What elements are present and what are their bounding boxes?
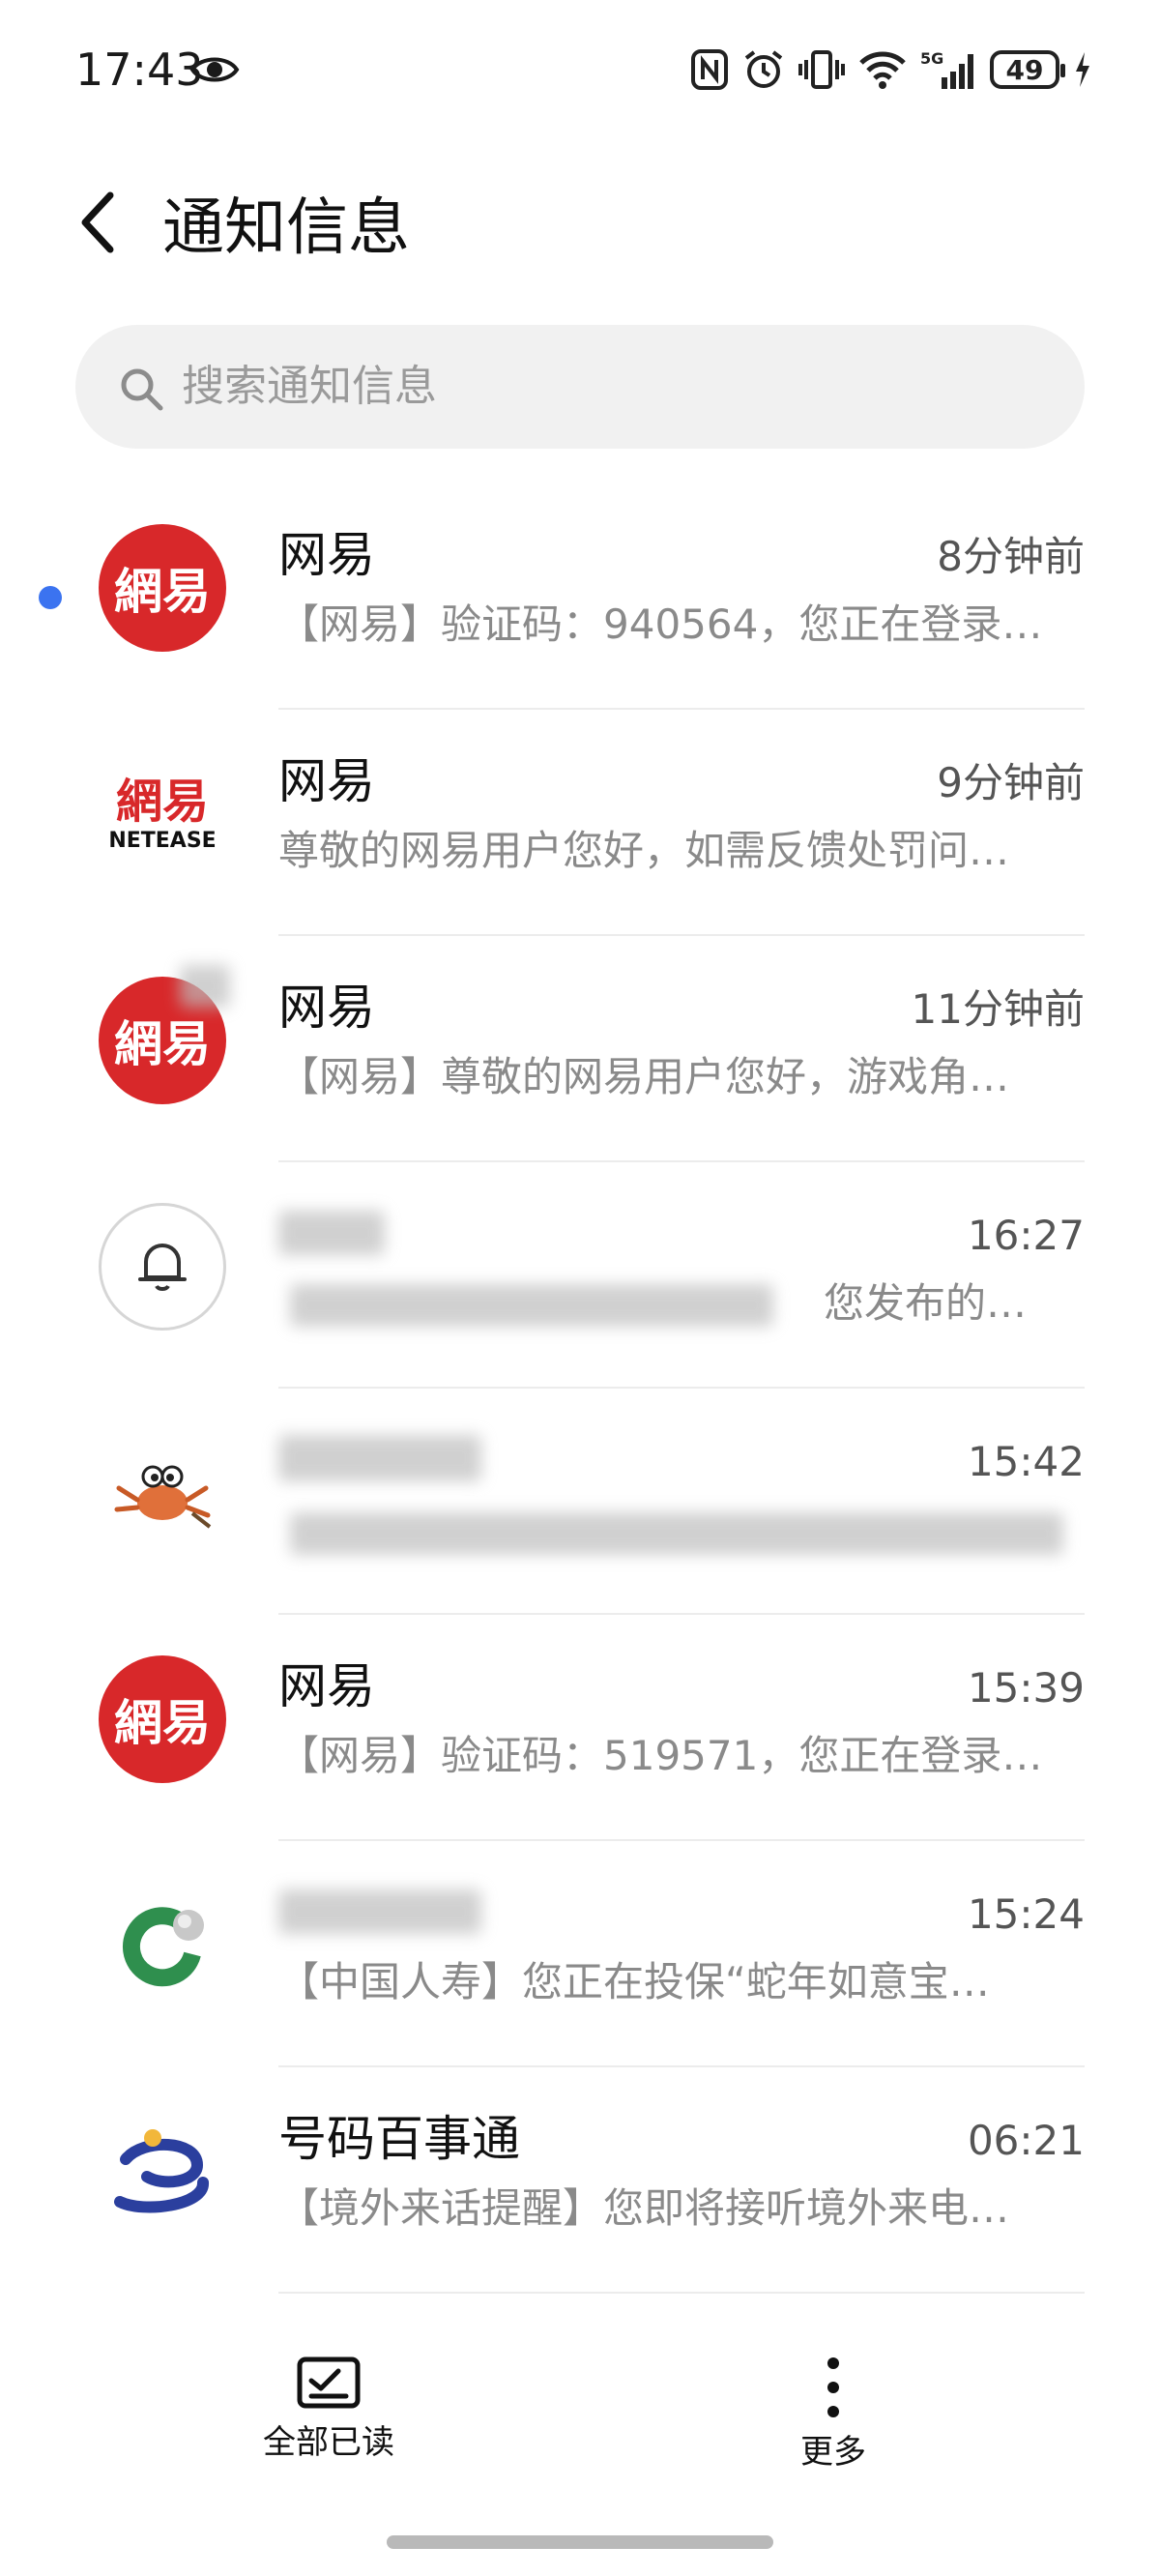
home-indicator[interactable] bbox=[387, 2535, 773, 2549]
notification-time: 06:21 bbox=[967, 2117, 1085, 2164]
nfc-icon bbox=[691, 49, 728, 90]
page-title: 通知信息 bbox=[162, 192, 410, 264]
mark-all-read-button[interactable]: 全部已读 bbox=[232, 2356, 425, 2491]
chevron-left-icon bbox=[81, 191, 114, 253]
battery-icon: 49 bbox=[990, 50, 1065, 89]
battery-level: 49 bbox=[1005, 53, 1044, 86]
notification-preview: 【中国人寿】您正在投保“蛇年如意宝… bbox=[278, 1958, 990, 2005]
redacted-preview bbox=[290, 1284, 773, 1327]
more-label: 更多 bbox=[800, 2433, 866, 2472]
notification-item[interactable]: 網易 NETEASE 网易 9分钟前 尊敬的网易用户您好，如需反馈处罚问… bbox=[0, 710, 1160, 936]
notification-time: 16:27 bbox=[967, 1212, 1085, 1259]
baishitong-icon bbox=[99, 2108, 226, 2236]
notification-time: 8分钟前 bbox=[937, 533, 1085, 580]
alarm-icon bbox=[744, 50, 783, 88]
mark-all-read-label: 全部已读 bbox=[263, 2423, 394, 2462]
notification-title: 网易 bbox=[278, 1658, 375, 1714]
status-bar: 17:43 5G 49 bbox=[0, 0, 1160, 145]
notification-item[interactable]: 網易 网易 15:39 【网易】验证码：519571，您正在登录… bbox=[0, 1615, 1160, 1841]
bell-icon bbox=[99, 1203, 226, 1331]
notification-item[interactable]: 15:42 bbox=[0, 1389, 1160, 1615]
notification-time: 15:24 bbox=[967, 1890, 1085, 1938]
notification-title: 网易 bbox=[278, 753, 375, 809]
divider bbox=[278, 2292, 1085, 2294]
notification-item[interactable]: 網易 网易 11分钟前 【网易】尊敬的网易用户您好，游戏角… bbox=[0, 936, 1160, 1162]
redacted-title bbox=[278, 1889, 481, 1934]
more-vertical-icon bbox=[827, 2357, 839, 2417]
eye-icon bbox=[189, 57, 240, 82]
notification-item[interactable]: 網易 网易 8分钟前 【网易】验证码：940564，您正在登录… bbox=[0, 483, 1160, 710]
crab-icon bbox=[99, 1429, 226, 1557]
notification-time: 9分钟前 bbox=[937, 759, 1085, 806]
notification-preview: 您发布的… bbox=[824, 1279, 1028, 1327]
redacted-title bbox=[278, 1211, 385, 1255]
notification-preview: 尊敬的网易用户您好，如需反馈处罚问… bbox=[278, 827, 1010, 874]
notification-item[interactable]: 16:27 您发布的… bbox=[0, 1162, 1160, 1389]
charging-icon bbox=[1076, 52, 1089, 87]
notification-preview: 【网易】验证码：940564，您正在登录… bbox=[278, 600, 1043, 648]
notification-time: 11分钟前 bbox=[911, 985, 1085, 1033]
notification-title: 网易 bbox=[278, 527, 375, 583]
search-placeholder: 搜索通知信息 bbox=[182, 362, 437, 411]
notification-title: 号码百事通 bbox=[278, 2111, 520, 2167]
notification-preview: 【网易】尊敬的网易用户您好，游戏角… bbox=[278, 1053, 1010, 1100]
mark-read-icon bbox=[297, 2356, 361, 2409]
netease-logo-icon: 網易 NETEASE bbox=[99, 750, 226, 878]
notification-item[interactable]: 15:24 【中国人寿】您正在投保“蛇年如意宝… bbox=[0, 1841, 1160, 2067]
more-button[interactable]: 更多 bbox=[737, 2356, 930, 2491]
notification-time: 15:42 bbox=[967, 1438, 1085, 1485]
notification-item[interactable]: 号码百事通 06:21 【境外来话提醒】您即将接听境外来电… bbox=[0, 2067, 1160, 2294]
netease-avatar-icon: 網易 bbox=[99, 1655, 226, 1783]
wifi-icon bbox=[859, 51, 906, 89]
notification-time: 15:39 bbox=[967, 1664, 1085, 1712]
back-button[interactable] bbox=[68, 186, 126, 259]
notification-title: 网易 bbox=[278, 980, 375, 1036]
status-icons: 5G 49 bbox=[690, 44, 1092, 95]
notification-preview: 【网易】验证码：519571，您正在登录… bbox=[278, 1732, 1043, 1779]
redacted-preview bbox=[290, 1512, 1063, 1555]
svg-text:5G: 5G bbox=[920, 49, 943, 68]
china-life-icon bbox=[99, 1882, 226, 2009]
bottom-bar: 全部已读 更多 bbox=[0, 2321, 1160, 2495]
notification-preview: 【境外来话提醒】您即将接听境外来电… bbox=[278, 2184, 1010, 2232]
search-input[interactable]: 搜索通知信息 bbox=[75, 325, 1085, 449]
header: 通知信息 bbox=[0, 164, 1160, 280]
redacted-title bbox=[278, 1435, 481, 1481]
vibrate-icon bbox=[798, 50, 845, 89]
search-icon bbox=[121, 368, 163, 411]
signal-5g-icon: 5G bbox=[920, 49, 973, 89]
redacted-block bbox=[180, 965, 230, 1008]
unread-dot bbox=[39, 586, 62, 609]
netease-avatar-icon: 網易 bbox=[99, 524, 226, 652]
status-time: 17:43 bbox=[75, 44, 204, 96]
